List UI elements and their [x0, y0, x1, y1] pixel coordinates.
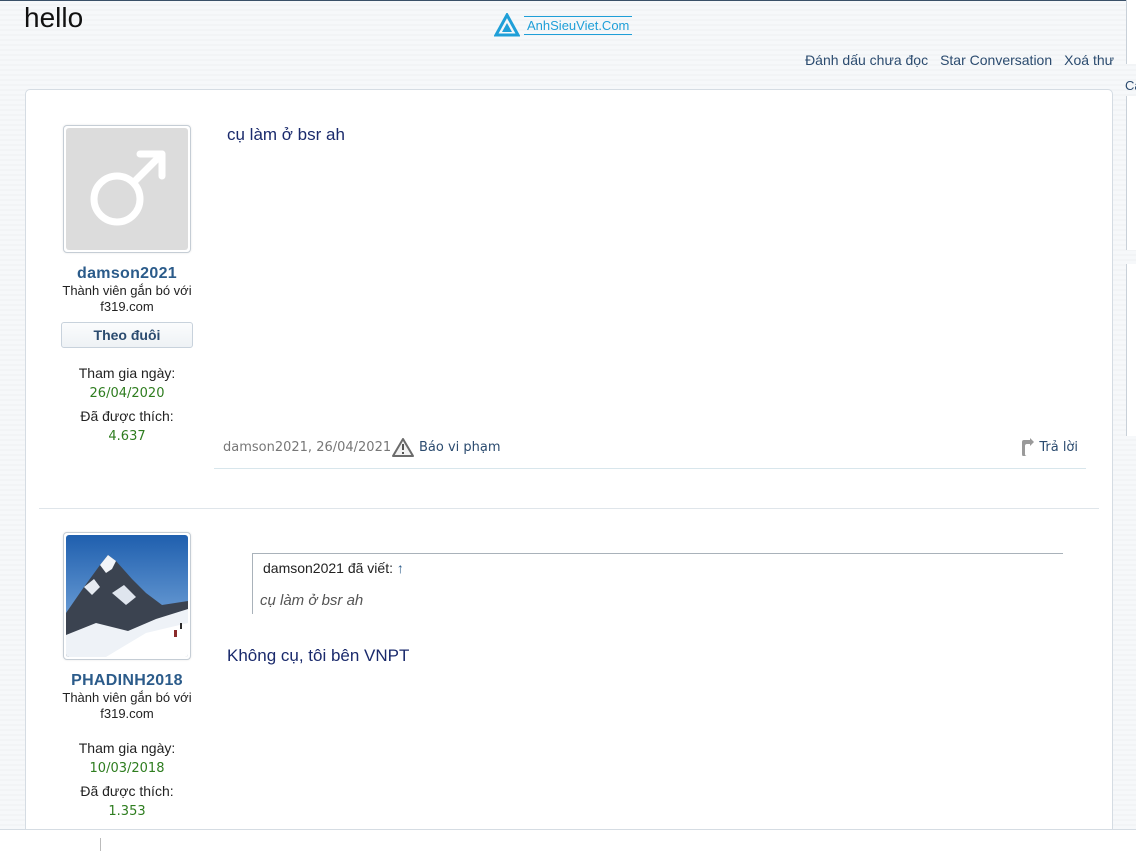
bottom-separator	[100, 838, 101, 851]
message-divider	[39, 508, 1099, 509]
message-1-text: cụ làm ở bsr ah	[227, 125, 345, 144]
top-border	[0, 0, 1136, 1]
message-meta: damson2021, 26/04/2021	[223, 440, 392, 455]
avatar[interactable]	[63, 532, 191, 660]
username[interactable]: PHADINH2018	[47, 672, 207, 690]
conversation-title: hello	[24, 2, 84, 33]
message-1-user-info: damson2021 Thành viên gắn bó với f319.co…	[47, 125, 207, 444]
follow-button[interactable]: Theo đuôi	[61, 322, 193, 348]
user-title: Thành viên gắn bó với f319.com	[62, 690, 192, 721]
joined-label: Tham gia ngày:	[78, 365, 176, 381]
likes-count: 1.353	[108, 804, 146, 819]
mountain-avatar-image	[66, 535, 188, 657]
quote-attribution-text: damson2021 đã viết:	[263, 560, 393, 576]
report-button[interactable]: Báo vi phạm	[391, 437, 501, 458]
message-1-footer: damson2021, 26/04/2021 Báo vi phạm Trả l…	[214, 430, 1086, 469]
right-edge-text: Ca	[1125, 78, 1136, 93]
message-2-user-info: PHADINH2018 Thành viên gắn bó với f319.c…	[47, 532, 207, 819]
quote-text: cụ làm ở bsr ah	[260, 592, 364, 609]
delete-conversation-link[interactable]: Xoá thư	[1064, 52, 1114, 68]
right-panel-fragment	[1126, 264, 1136, 436]
reply-label: Trả lời	[1039, 439, 1078, 455]
joined-label: Tham gia ngày:	[78, 740, 176, 756]
reply-button[interactable]: Trả lời	[1021, 438, 1078, 456]
user-title: Thành viên gắn bó với f319.com	[62, 283, 192, 314]
logo-text: AnhSieuViet.Com	[524, 15, 633, 35]
report-label: Báo vi phạm	[419, 440, 501, 455]
likes-count: 4.637	[108, 429, 146, 444]
message-2-text: Không cụ, tôi bên VNPT	[227, 646, 410, 665]
male-symbol-icon	[90, 150, 166, 226]
joined-date: 26/04/2020	[89, 386, 165, 401]
right-panel-fragment	[1126, 0, 1136, 64]
site-logo[interactable]: AnhSieuViet.Com	[494, 12, 633, 38]
avatar[interactable]	[63, 125, 191, 253]
quote-jump-arrow[interactable]: ↑	[397, 560, 404, 576]
default-avatar	[66, 128, 188, 250]
warning-triangle-icon	[392, 438, 414, 457]
bottom-bar	[0, 829, 1136, 852]
messages-panel: damson2021 Thành viên gắn bó với f319.co…	[25, 89, 1113, 851]
joined-date: 10/03/2018	[89, 761, 165, 776]
logo-triangle-icon	[494, 13, 520, 37]
star-conversation-link[interactable]: Star Conversation	[940, 52, 1052, 68]
conversation-actions: Đánh dấu chưa đọc Star Conversation Xoá …	[805, 52, 1114, 68]
username[interactable]: damson2021	[47, 265, 207, 283]
likes-label: Đã được thích:	[80, 783, 174, 799]
right-panel-fragment	[1126, 96, 1136, 250]
quote-attribution: damson2021 đã viết: ↑	[263, 560, 404, 576]
likes-label: Đã được thích:	[80, 408, 174, 424]
quote-block: damson2021 đã viết: ↑ cụ làm ở bsr ah	[252, 553, 1063, 614]
reply-arrow-icon	[1022, 438, 1035, 456]
mark-unread-link[interactable]: Đánh dấu chưa đọc	[805, 52, 928, 68]
